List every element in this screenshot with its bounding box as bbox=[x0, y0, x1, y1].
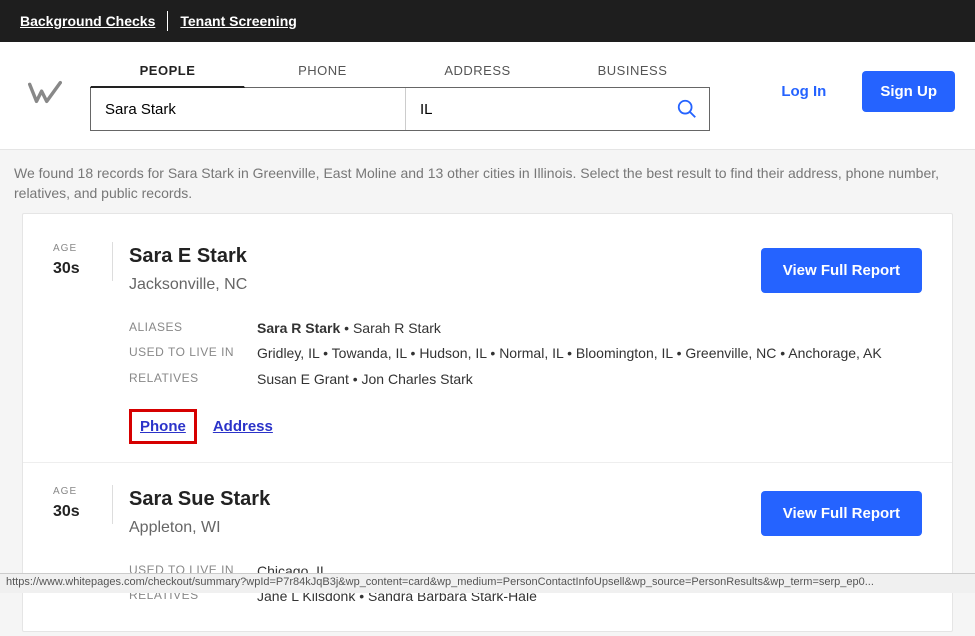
age-value: 30s bbox=[53, 258, 104, 280]
used-to-live-value: Gridley, IL • Towanda, IL • Hudson, IL •… bbox=[257, 344, 882, 364]
aliases-label: ALIASES bbox=[129, 319, 257, 339]
used-to-live-label: USED TO LIVE IN bbox=[129, 344, 257, 364]
age-value: 30s bbox=[53, 501, 104, 523]
relatives-label: RELATIVES bbox=[129, 370, 257, 390]
relatives-value: Susan E Grant • Jon Charles Stark bbox=[257, 370, 473, 390]
search-icon bbox=[676, 98, 698, 120]
tenant-screening-link[interactable]: Tenant Screening bbox=[180, 13, 296, 29]
login-link[interactable]: Log In bbox=[781, 83, 826, 100]
background-checks-link[interactable]: Background Checks bbox=[20, 13, 155, 29]
search-button[interactable] bbox=[665, 88, 709, 130]
aliases-value: Sara R Stark • Sarah R Stark bbox=[257, 319, 441, 339]
topbar-divider bbox=[167, 11, 168, 31]
signup-button[interactable]: Sign Up bbox=[862, 71, 955, 112]
phone-link[interactable]: Phone bbox=[140, 418, 186, 435]
result-item: View Full Report AGE 30s Sara Sue Stark … bbox=[23, 462, 952, 631]
search-location-input[interactable] bbox=[405, 88, 665, 130]
age-column: AGE 30s bbox=[53, 485, 113, 523]
tab-business[interactable]: BUSINESS bbox=[555, 52, 710, 88]
search-name-input[interactable] bbox=[91, 88, 405, 130]
search-tabs: PEOPLE PHONE ADDRESS BUSINESS bbox=[90, 52, 710, 88]
search-block: PEOPLE PHONE ADDRESS BUSINESS bbox=[90, 52, 710, 131]
browser-status-bar: https://www.whitepages.com/checkout/summ… bbox=[0, 573, 975, 593]
view-full-report-button[interactable]: View Full Report bbox=[761, 248, 922, 293]
age-column: AGE 30s bbox=[53, 242, 113, 280]
results-card: View Full Report AGE 30s Sara E Stark Ja… bbox=[22, 213, 953, 632]
search-row bbox=[90, 87, 710, 131]
summary-text: We found 18 records for Sara Stark in Gr… bbox=[14, 165, 939, 201]
header: PEOPLE PHONE ADDRESS BUSINESS Log In Sig… bbox=[0, 42, 975, 150]
tab-people[interactable]: PEOPLE bbox=[90, 52, 245, 88]
top-nav-bar: Background Checks Tenant Screening bbox=[0, 0, 975, 42]
results-summary: We found 18 records for Sara Stark in Gr… bbox=[0, 150, 975, 636]
age-label: AGE bbox=[53, 485, 104, 499]
age-label: AGE bbox=[53, 242, 104, 256]
result-item: View Full Report AGE 30s Sara E Stark Ja… bbox=[23, 220, 952, 462]
address-link[interactable]: Address bbox=[213, 416, 273, 437]
view-full-report-button[interactable]: View Full Report bbox=[761, 491, 922, 536]
tab-phone[interactable]: PHONE bbox=[245, 52, 400, 88]
tab-address[interactable]: ADDRESS bbox=[400, 52, 555, 88]
quick-links: Phone Address bbox=[129, 409, 922, 444]
site-logo[interactable] bbox=[20, 78, 70, 106]
phone-link-highlight: Phone bbox=[129, 409, 197, 444]
